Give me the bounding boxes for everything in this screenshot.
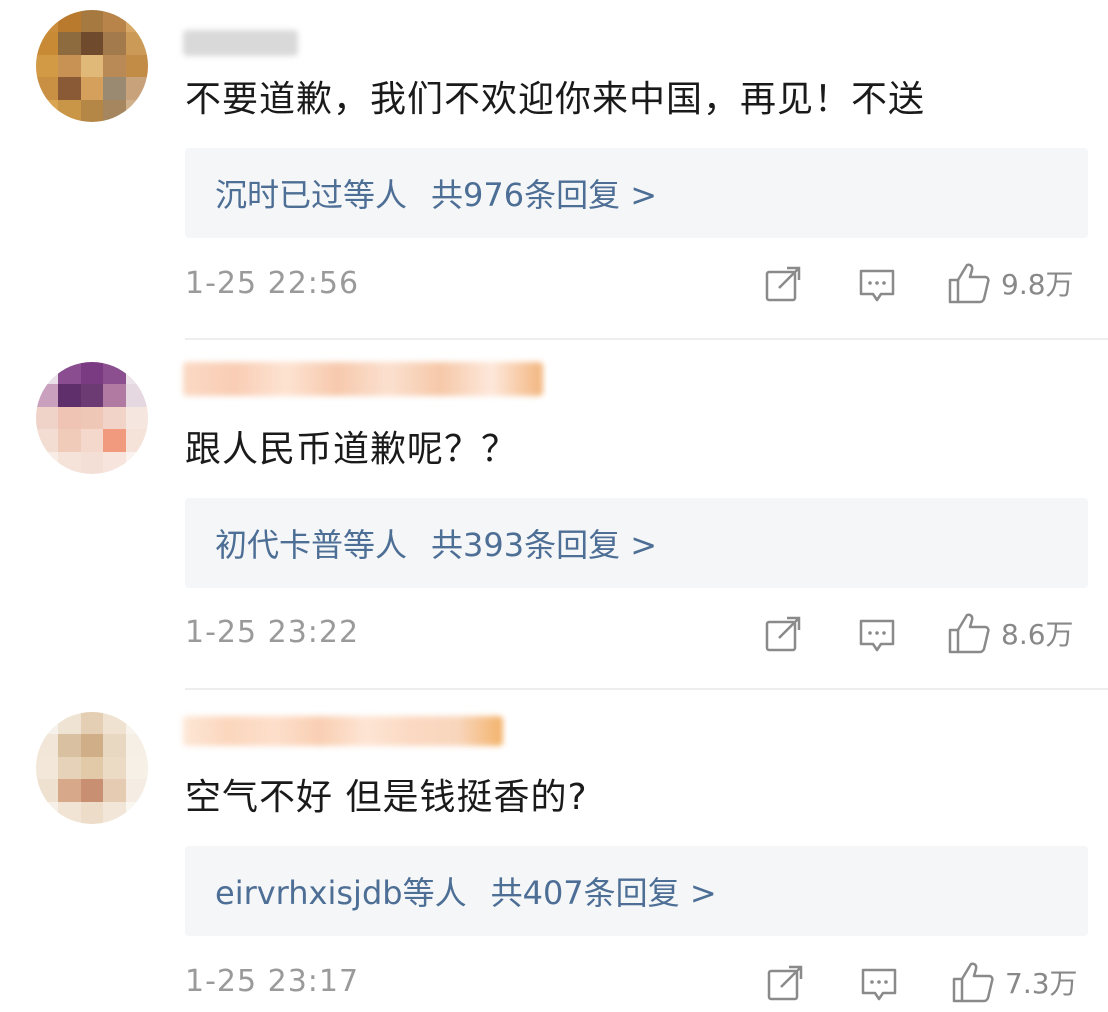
comment-icon	[859, 269, 895, 302]
comment-item: 跟人民币道歉呢？？ 初代卡普等人 共393条回复 > 1-25 23:22 8.…	[0, 340, 1108, 690]
timestamp: 1-25 23:17	[185, 964, 360, 999]
reply-count[interactable]: 共407条回复 >	[491, 868, 717, 914]
reply-summary[interactable]: 初代卡普等人 共393条回复 >	[185, 498, 1088, 588]
comment-text: 空气不好 但是钱挺香的?	[185, 777, 588, 818]
reply-count[interactable]: 共976条回复 >	[431, 170, 657, 216]
reply-summary[interactable]: 沉时已过等人 共976条回复 >	[185, 148, 1088, 238]
share-icon	[765, 266, 801, 302]
like-count: 7.3万	[1005, 967, 1078, 1000]
share-icon	[765, 616, 801, 652]
like-count: 9.8万	[1001, 268, 1074, 301]
comment-icon	[861, 968, 897, 1001]
thumbs-up-icon	[948, 263, 990, 304]
like-button[interactable]: 7.3万	[951, 961, 1078, 1003]
avatar[interactable]	[36, 712, 148, 824]
like-count: 8.6万	[1001, 618, 1074, 651]
share-icon	[767, 965, 803, 1001]
comment-button[interactable]	[858, 618, 896, 654]
reply-users[interactable]: 沉时已过等人	[215, 170, 407, 216]
thumbs-up-icon	[952, 962, 994, 1003]
share-button[interactable]	[765, 266, 803, 302]
comment-icon	[859, 619, 895, 652]
like-button[interactable]: 8.6万	[947, 612, 1074, 654]
reply-users[interactable]: eirvrhxisjdb等人	[215, 868, 467, 914]
avatar[interactable]	[36, 10, 148, 122]
comment-item: 不要道歉，我们不欢迎你来中国，再见！不送 沉时已过等人 共976条回复 > 1-…	[0, 0, 1108, 340]
share-button[interactable]	[767, 965, 805, 1001]
share-button[interactable]	[765, 616, 803, 652]
username[interactable]	[183, 362, 543, 396]
avatar[interactable]	[36, 362, 148, 474]
comment-text: 不要道歉，我们不欢迎你来中国，再见！不送	[185, 79, 926, 120]
username[interactable]	[183, 30, 298, 56]
reply-count[interactable]: 共393条回复 >	[431, 520, 657, 566]
timestamp: 1-25 22:56	[185, 266, 360, 301]
comment-item: 空气不好 但是钱挺香的? eirvrhxisjdb等人 共407条回复 > 1-…	[0, 690, 1108, 1012]
comment-button[interactable]	[860, 967, 898, 1003]
comment-text: 跟人民币道歉呢？？	[185, 429, 519, 470]
reply-summary[interactable]: eirvrhxisjdb等人 共407条回复 >	[185, 846, 1088, 936]
like-button[interactable]: 9.8万	[947, 262, 1074, 304]
username[interactable]	[183, 716, 503, 746]
comment-button[interactable]	[858, 268, 896, 304]
thumbs-up-icon	[948, 613, 990, 654]
reply-users[interactable]: 初代卡普等人	[215, 520, 407, 566]
timestamp: 1-25 23:22	[185, 615, 360, 650]
